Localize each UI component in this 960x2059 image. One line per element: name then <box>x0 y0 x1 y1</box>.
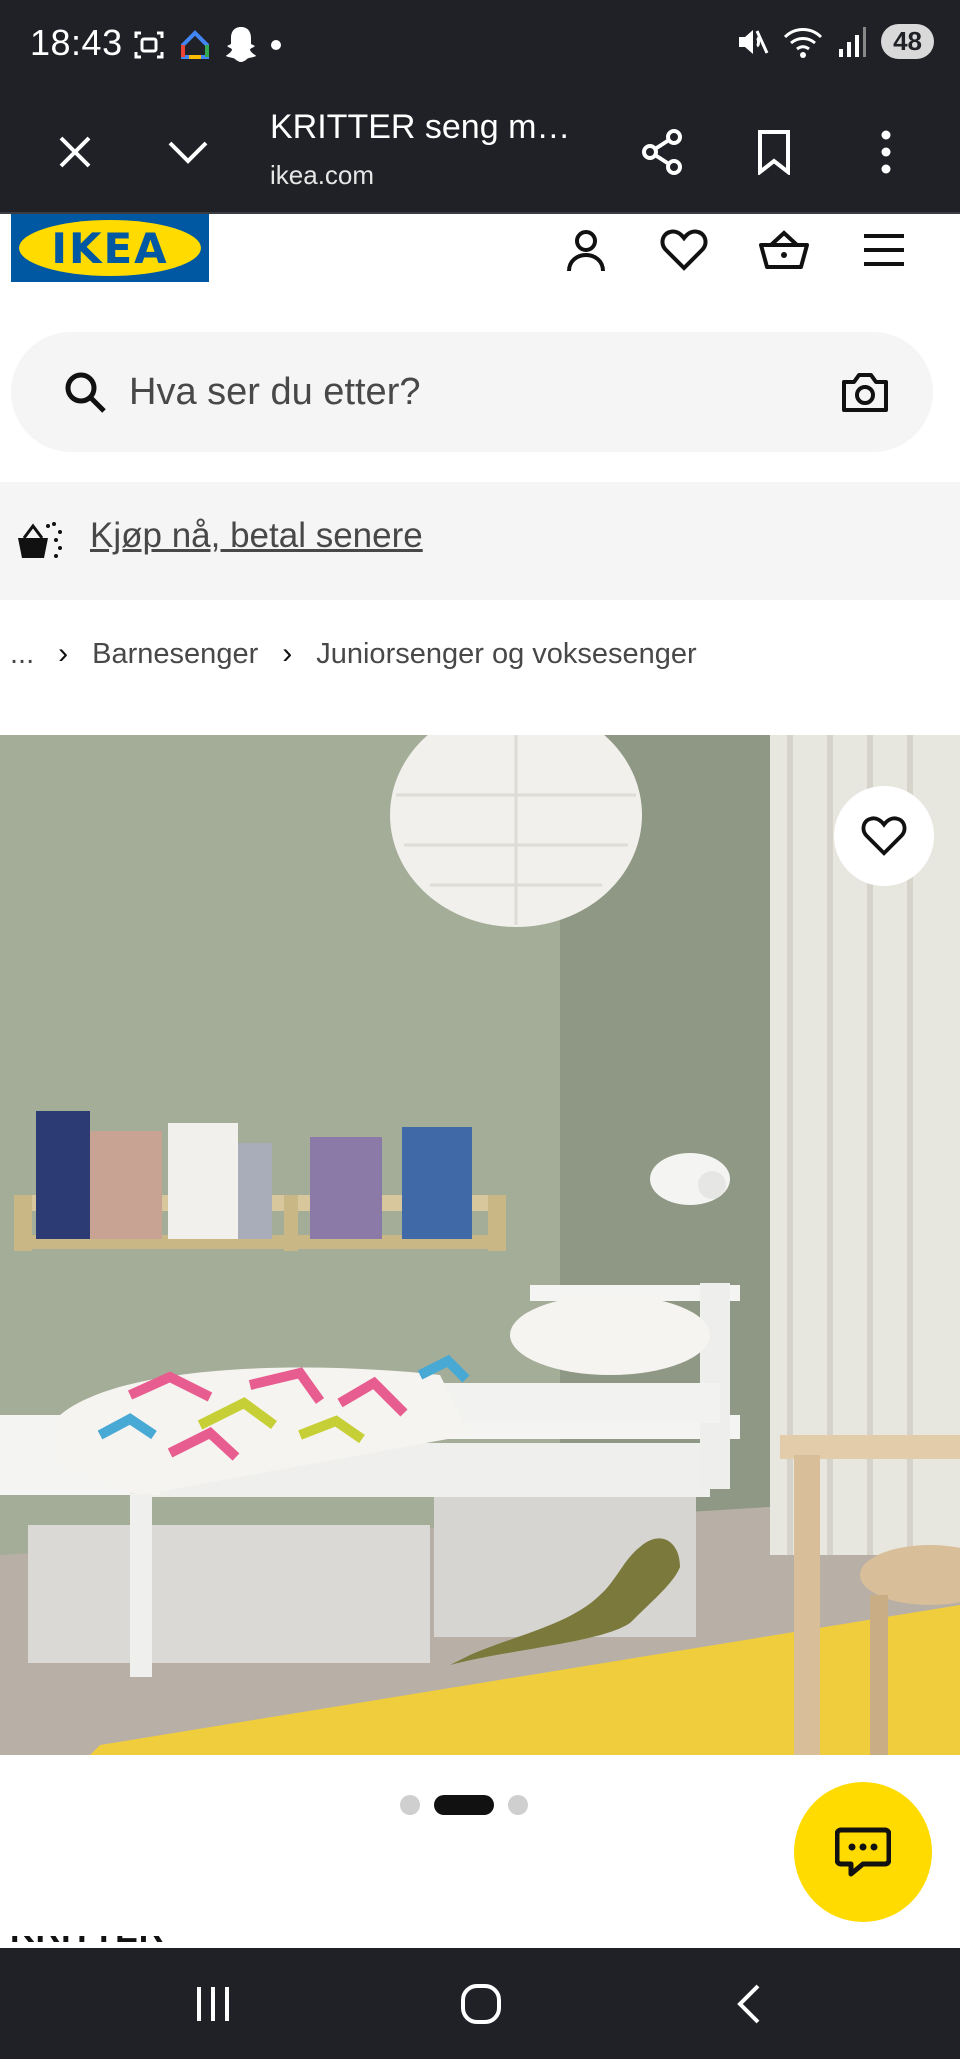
mute-icon <box>739 29 769 54</box>
status-time: 18:43 <box>30 22 123 63</box>
share-button[interactable] <box>630 120 694 184</box>
search-input[interactable] <box>129 362 809 422</box>
back-button[interactable] <box>714 1972 784 2036</box>
promo-banner: Kjøp nå, betal senere <box>0 482 960 600</box>
bookmark-icon <box>758 130 790 175</box>
chat-button[interactable] <box>794 1782 932 1922</box>
product-photo <box>0 735 960 1755</box>
product-title: KRITTER <box>10 1936 164 1948</box>
search-icon <box>65 372 106 413</box>
visual-search-button[interactable] <box>837 364 893 420</box>
favourites-button[interactable] <box>654 220 714 280</box>
chevron-right-icon: › <box>58 637 69 670</box>
system-nav-bar <box>0 1948 960 2059</box>
notification-dot-icon <box>271 40 281 50</box>
status-right-icons: 48 <box>735 24 934 59</box>
browser-toolbar: KRITTER seng m… ikea.com <box>0 92 960 214</box>
carousel-dot[interactable] <box>508 1795 528 1815</box>
status-left-icons <box>132 24 282 66</box>
wifi-icon <box>784 27 823 58</box>
google-home-icon <box>181 30 209 59</box>
buy-now-pay-later-link[interactable]: Kjøp nå, betal senere <box>90 516 423 556</box>
breadcrumb-item-barnesenger[interactable]: Barnesenger <box>92 638 258 671</box>
account-icon <box>567 230 605 272</box>
payment-basket-icon <box>18 522 62 558</box>
site-header: IKEA <box>0 214 960 314</box>
back-icon <box>737 1984 760 2024</box>
share-icon <box>642 129 682 175</box>
camera-icon <box>842 373 888 412</box>
ikea-logo[interactable]: IKEA <box>11 214 209 282</box>
carousel-dot[interactable] <box>400 1795 420 1815</box>
page-domain: ikea.com <box>270 160 375 190</box>
add-to-favourites-button[interactable] <box>834 786 934 886</box>
chevron-down-icon <box>168 141 208 164</box>
cart-button[interactable] <box>754 220 814 280</box>
product-title-text: KRITTER <box>10 1936 164 1948</box>
heart-icon <box>660 229 708 271</box>
bookmark-button[interactable] <box>742 120 806 184</box>
account-button[interactable] <box>556 220 616 280</box>
product-image[interactable] <box>0 735 960 1755</box>
snapchat-icon <box>226 27 256 62</box>
menu-icon <box>864 234 904 266</box>
battery-indicator: 48 <box>881 24 934 59</box>
recent-apps-button[interactable] <box>178 1972 248 2036</box>
menu-button[interactable] <box>854 220 914 280</box>
carousel-indicator <box>400 1795 528 1815</box>
search-bar[interactable] <box>11 332 933 452</box>
chat-icon <box>835 1827 891 1877</box>
cart-icon <box>759 230 809 269</box>
carousel-dot-active[interactable] <box>434 1795 494 1815</box>
heart-icon <box>861 816 907 856</box>
signal-icon <box>839 26 867 57</box>
minimize-button[interactable] <box>156 120 220 184</box>
close-tab-button[interactable] <box>43 120 107 184</box>
more-options-button[interactable] <box>854 120 918 184</box>
breadcrumb: ... › Barnesenger › Juniorsenger og voks… <box>10 634 697 674</box>
page-title: KRITTER seng m… <box>270 108 571 146</box>
breadcrumb-item-juniorsenger[interactable]: Juniorsenger og voksesenger <box>316 638 696 671</box>
status-bar: 18:43 48 <box>0 0 960 92</box>
home-icon <box>461 1984 501 2024</box>
logo-text: IKEA <box>51 224 169 273</box>
home-button[interactable] <box>446 1972 516 2036</box>
screenshot-icon <box>134 31 164 59</box>
more-vertical-icon <box>881 130 891 174</box>
close-icon <box>59 136 91 168</box>
breadcrumb-ellipsis[interactable]: ... <box>10 638 34 671</box>
chevron-right-icon: › <box>282 637 293 670</box>
search-button[interactable] <box>55 362 115 422</box>
recent-apps-icon <box>197 1987 229 2021</box>
